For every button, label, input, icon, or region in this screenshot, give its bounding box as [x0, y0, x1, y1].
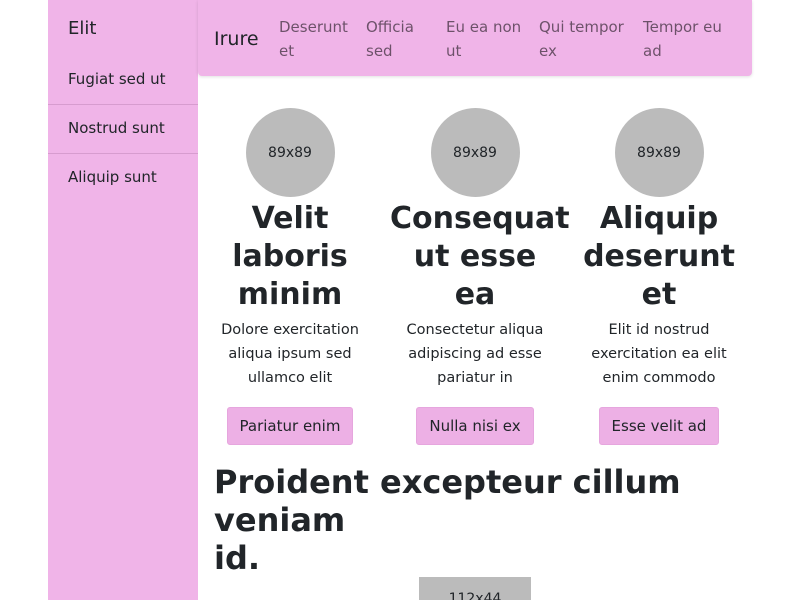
feature-title-line: et	[641, 277, 677, 312]
navbar-brand[interactable]: Irure	[214, 28, 259, 50]
sidebar-item-fugiat[interactable]: Fugiat sed ut	[48, 56, 198, 105]
feature-text-line: ullamco elit	[247, 370, 333, 386]
sidebar-item-aliquip[interactable]: Aliquip sunt	[48, 154, 198, 203]
nav-link-line: ad	[643, 42, 662, 60]
feature-title-line: Consequat	[390, 201, 570, 236]
sidebar-brand[interactable]: Elit	[68, 18, 96, 39]
nav-link-eu-ea[interactable]: Eu ea non ut	[446, 15, 521, 63]
feature-text: Elit id nostrud exercitation ea elit eni…	[583, 318, 735, 390]
feature-text-line: enim commodo	[602, 370, 716, 386]
feature-text-line: adipiscing ad esse	[408, 346, 542, 362]
feature-card: 89x89 Velit laboris minim Dolore exercit…	[214, 108, 366, 445]
nulla-nisi-ex-button[interactable]: Nulla nisi ex	[416, 407, 534, 445]
image-placeholder: 112x44	[419, 577, 531, 600]
sidebar-item-label: Fugiat sed ut	[68, 70, 166, 88]
image-placeholder-label: 89x89	[268, 144, 312, 161]
sidebar-item-label: Nostrud sunt	[68, 119, 165, 137]
feature-title-line: minim	[237, 277, 343, 312]
sidebar: Elit Fugiat sed ut Nostrud sunt Aliquip …	[48, 0, 198, 600]
nav-link-qui-tempor[interactable]: Qui tempor ex	[539, 15, 624, 63]
section-heading-line: id.	[214, 539, 261, 577]
feature-title-line: ut esse ea	[413, 239, 537, 312]
nav-link-line: ut	[446, 42, 462, 60]
image-placeholder-label: 89x89	[453, 144, 497, 161]
feature-title-line: laboris	[232, 239, 348, 274]
image-placeholder: 89x89	[245, 108, 335, 197]
nav-link-line: Deserunt	[279, 18, 348, 36]
nav-link-line: ex	[539, 42, 557, 60]
image-placeholder-label: 89x89	[637, 144, 681, 161]
nav-link-line: Tempor eu	[643, 18, 722, 36]
feature-title-line: Aliquip	[599, 201, 719, 236]
nav-link-line: Eu ea non	[446, 18, 522, 36]
nav-link-line: Qui tempor	[539, 18, 624, 36]
top-navbar: Irure Deserunt et Officia sed Eu ea non …	[198, 0, 752, 76]
section-heading: Proident excepteur cillum veniam id.	[214, 463, 734, 577]
image-placeholder-label: 112x44	[448, 591, 502, 600]
sidebar-item-label: Aliquip sunt	[68, 168, 157, 186]
feature-title-line: Velit	[251, 201, 329, 236]
nav-link-tempor-eu[interactable]: Tempor eu ad	[643, 15, 722, 63]
feature-text-line: Elit id nostrud	[608, 322, 710, 338]
feature-title-line: deserunt	[583, 239, 735, 274]
pariatur-enim-button[interactable]: Pariatur enim	[226, 407, 354, 445]
esse-velit-ad-button[interactable]: Esse velit ad	[598, 407, 720, 445]
feature-text-line: Consectetur aliqua	[406, 322, 544, 338]
sidebar-item-nostrud[interactable]: Nostrud sunt	[48, 105, 198, 154]
feature-card: 89x89 Aliquip deserunt et Elit id nostru…	[583, 108, 735, 445]
feature-text: Dolore exercitation aliqua ipsum sed ull…	[214, 318, 366, 390]
feature-text: Consectetur aliqua adipiscing ad esse pa…	[390, 318, 560, 390]
nav-link-deserunt[interactable]: Deserunt et	[279, 15, 348, 63]
feature-text-line: aliqua ipsum sed	[228, 346, 352, 362]
feature-title: Consequat ut esse ea	[390, 200, 570, 314]
feature-text-line: Dolore exercitation	[221, 322, 359, 338]
feature-title: Velit laboris minim	[214, 200, 366, 314]
image-placeholder: 89x89	[430, 108, 520, 197]
feature-text-line: exercitation ea elit	[591, 346, 727, 362]
section-heading-line: Proident excepteur cillum veniam	[214, 463, 681, 539]
nav-link-officia[interactable]: Officia sed	[366, 15, 414, 63]
feature-card: 89x89 Consequat ut esse ea Consectetur a…	[390, 108, 570, 445]
feature-text-line: pariatur in	[437, 370, 513, 386]
nav-link-line: Officia	[366, 18, 414, 36]
nav-link-line: et	[279, 42, 295, 60]
feature-title: Aliquip deserunt et	[583, 200, 735, 314]
image-placeholder: 89x89	[614, 108, 704, 197]
nav-link-line: sed	[366, 42, 393, 60]
